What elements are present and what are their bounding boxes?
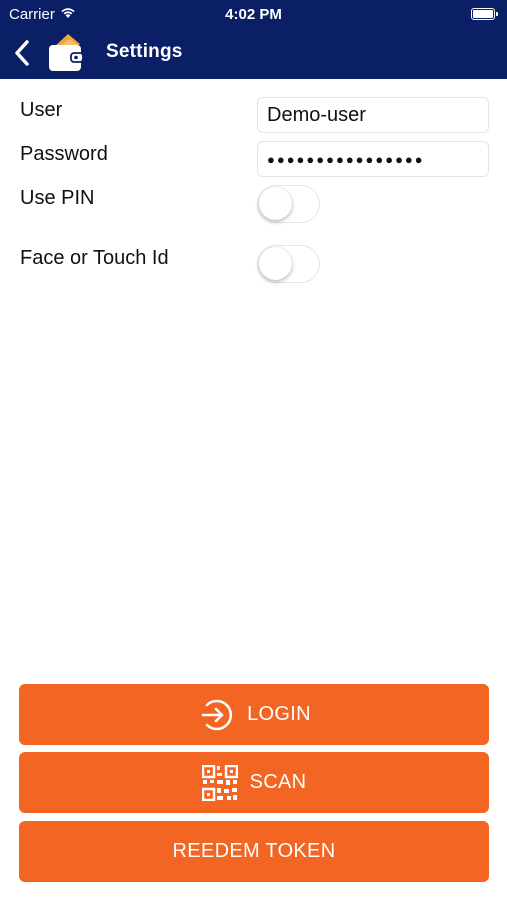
status-bar: Carrier 4:02 PM	[0, 0, 507, 28]
battery-icon	[471, 8, 498, 20]
back-icon	[15, 40, 29, 66]
wallet-icon	[46, 30, 86, 74]
biometric-label: Face or Touch Id	[20, 247, 169, 269]
redeem-token-label: REEDEM TOKEN	[172, 840, 336, 862]
login-label: LOGIN	[247, 703, 311, 725]
pin-label: Use PIN	[20, 187, 95, 209]
navigation-bar: Settings	[0, 28, 507, 79]
scan-label: SCAN	[249, 771, 307, 793]
login-button[interactable]: LOGIN	[19, 684, 489, 745]
toggle-knob	[259, 247, 292, 280]
pin-toggle[interactable]	[257, 185, 320, 223]
password-field[interactable]	[257, 141, 489, 177]
biometric-toggle[interactable]	[257, 245, 320, 283]
qr-code-icon	[201, 764, 238, 801]
page-title: Settings	[106, 41, 183, 62]
user-label: User	[20, 99, 63, 121]
clock: 4:02 PM	[225, 6, 282, 23]
user-field[interactable]	[257, 97, 489, 133]
back-button[interactable]	[10, 38, 36, 68]
toggle-knob	[259, 187, 292, 220]
redeem-token-button[interactable]: REEDEM TOKEN	[19, 821, 489, 882]
password-label: Password	[20, 143, 108, 165]
header: Carrier 4:02 PM Settings	[0, 0, 507, 79]
scan-button[interactable]: SCAN	[19, 752, 489, 813]
login-icon	[197, 696, 235, 734]
